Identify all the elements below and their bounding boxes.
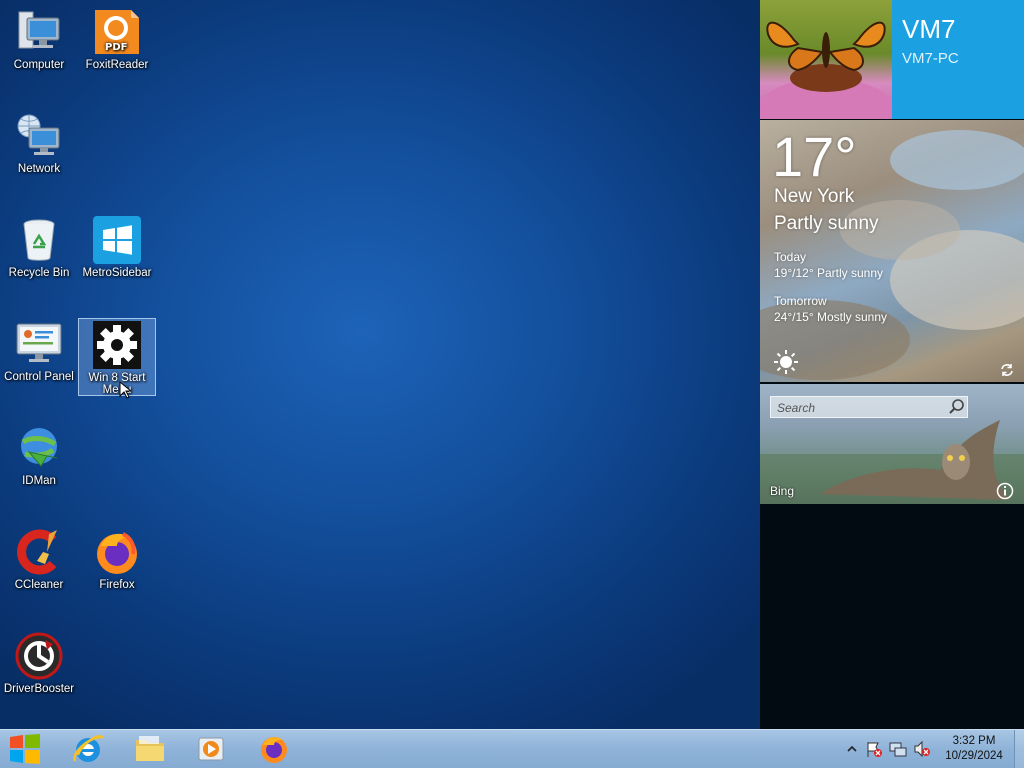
desktop-icon-network[interactable]: Network bbox=[0, 106, 78, 184]
desktop-icon-label: FoxitReader bbox=[85, 59, 149, 71]
network-globe-icon bbox=[15, 112, 63, 160]
taskbar-media-player[interactable] bbox=[186, 730, 238, 768]
internet-explorer-icon bbox=[73, 735, 104, 762]
desktop-icon-idman[interactable]: IDMan bbox=[0, 418, 78, 496]
taskbar-firefox[interactable] bbox=[248, 730, 300, 768]
desktop-icon-driverbooster[interactable]: DriverBooster bbox=[0, 626, 78, 704]
weather-tomorrow-label: Tomorrow bbox=[774, 294, 827, 308]
bing-tile: Search Bing bbox=[760, 384, 1024, 504]
user-tile[interactable]: VM7 VM7-PC bbox=[760, 0, 1024, 119]
desktop-icon-label: Network bbox=[17, 163, 61, 175]
desktop-icon-label: Computer bbox=[13, 59, 65, 71]
desktop-icon-control-panel[interactable]: Control Panel bbox=[0, 314, 78, 392]
desktop-icon-label: Control Panel bbox=[4, 371, 74, 383]
show-hidden-icons-chevron[interactable] bbox=[843, 740, 861, 758]
weather-tile[interactable]: 17° New York Partly sunny Today 19°/12° … bbox=[760, 120, 1024, 382]
bing-search-input[interactable]: Search bbox=[770, 396, 968, 418]
mouse-cursor-icon bbox=[119, 381, 131, 399]
desktop-icon-label: Recycle Bin bbox=[8, 267, 70, 279]
desktop-icon-metrosidebar[interactable]: MetroSidebar bbox=[78, 210, 156, 288]
driverbooster-icon bbox=[15, 632, 63, 680]
taskbar-clock[interactable]: 3:32 PM 10/29/2024 bbox=[936, 734, 1012, 764]
ccleaner-icon bbox=[15, 528, 63, 576]
desktop-icon-ccleaner[interactable]: CCleaner bbox=[0, 522, 78, 600]
idm-globe-icon bbox=[15, 424, 63, 472]
firefox-icon bbox=[261, 737, 287, 763]
user-name: VM7 bbox=[902, 14, 956, 44]
user-avatar bbox=[760, 0, 892, 119]
gear-icon bbox=[93, 321, 141, 369]
computer-icon bbox=[15, 8, 63, 56]
sun-icon bbox=[774, 350, 798, 374]
desktop-icon-label: Firefox bbox=[99, 579, 135, 591]
weather-today-label: Today bbox=[774, 250, 807, 264]
info-icon[interactable] bbox=[996, 482, 1014, 500]
file-explorer-icon bbox=[136, 736, 164, 761]
action-center-flag-icon[interactable] bbox=[865, 740, 883, 758]
recycle-bin-icon bbox=[15, 216, 63, 264]
network-icon[interactable] bbox=[889, 740, 907, 758]
foxit-pdf-icon: PDF bbox=[93, 8, 141, 56]
svg-text:PDF: PDF bbox=[105, 42, 127, 53]
desktop-icon-label: Win 8 Start Menu bbox=[88, 372, 146, 396]
user-pc-name: VM7-PC bbox=[902, 50, 959, 67]
desktop-icon-label: MetroSidebar bbox=[82, 267, 152, 279]
desktop-icon-foxitreader[interactable]: PDF FoxitReader bbox=[78, 2, 156, 80]
weather-city: New York bbox=[774, 186, 855, 207]
search-icon[interactable] bbox=[944, 396, 970, 418]
desktop-icon-label: CCleaner bbox=[14, 579, 64, 591]
clock-time: 3:32 PM bbox=[952, 735, 996, 747]
show-desktop-button[interactable] bbox=[1014, 730, 1024, 768]
refresh-icon[interactable] bbox=[1000, 363, 1014, 377]
desktop-icon-recycle-bin[interactable]: Recycle Bin bbox=[0, 210, 78, 288]
firefox-icon bbox=[93, 528, 141, 576]
taskbar-file-explorer[interactable] bbox=[124, 730, 176, 768]
weather-tomorrow-forecast: 24°/15° Mostly sunny bbox=[774, 310, 887, 324]
taskbar-internet-explorer[interactable] bbox=[62, 730, 114, 768]
desktop-icon-label: IDMan bbox=[22, 475, 56, 487]
weather-temperature: 17° bbox=[772, 125, 857, 188]
taskbar: 3:32 PM 10/29/2024 bbox=[0, 729, 1024, 768]
windows-logo-icon bbox=[10, 734, 40, 764]
desktop-icon-label: DriverBooster bbox=[3, 683, 75, 695]
metro-sidebar: VM7 VM7-PC 17° New York Partly sunny Tod… bbox=[760, 0, 1024, 729]
clock-date: 10/29/2024 bbox=[945, 750, 1003, 762]
desktop-icon-computer[interactable]: Computer bbox=[0, 2, 78, 80]
metro-windows-icon bbox=[93, 216, 141, 264]
volume-muted-icon[interactable] bbox=[913, 740, 931, 758]
media-player-icon bbox=[198, 737, 224, 761]
desktop-icon-win8-start-menu[interactable]: Win 8 Start Menu bbox=[78, 318, 156, 399]
weather-today-forecast: 19°/12° Partly sunny bbox=[774, 266, 883, 280]
desktop-icon-firefox[interactable]: Firefox bbox=[78, 522, 156, 600]
bing-label: Bing bbox=[770, 484, 795, 498]
start-button[interactable] bbox=[0, 730, 52, 768]
control-panel-icon bbox=[15, 320, 63, 368]
weather-condition: Partly sunny bbox=[774, 213, 879, 234]
